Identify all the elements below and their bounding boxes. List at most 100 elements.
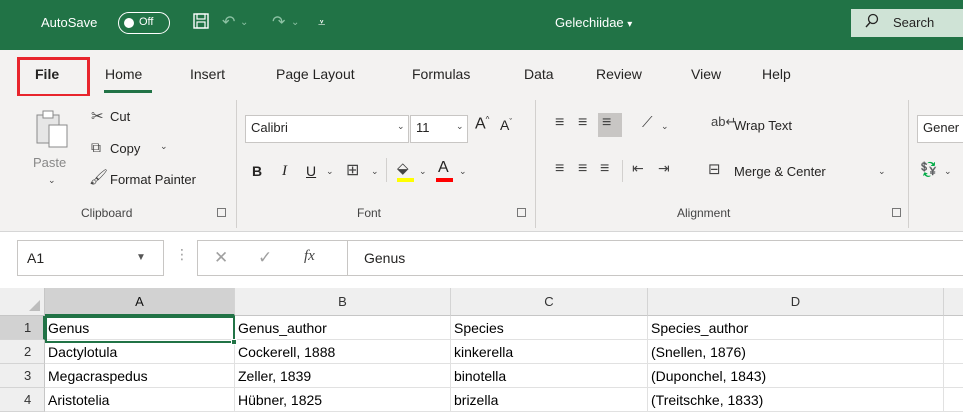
orientation-icon[interactable]: ⟋ [642,114,653,131]
row-header[interactable]: 2 [0,340,45,364]
font-size-dropdown-icon[interactable]: ⌄ [456,121,464,132]
save-icon[interactable] [192,12,210,35]
cell-d4[interactable]: (Treitschke, 1833) [648,388,944,412]
decrease-font-size-button[interactable]: Aˇ [500,117,512,133]
tab-review[interactable]: Review [596,66,642,82]
wrap-text-button[interactable]: Wrap Text [734,118,792,133]
column-header-e[interactable] [944,288,963,316]
cell-e1[interactable] [944,316,963,340]
row-header[interactable]: 3 [0,364,45,388]
align-right-icon[interactable]: ≡ [600,160,609,178]
underline-dropdown-icon[interactable]: ⌄ [326,166,334,177]
copy-dropdown-icon[interactable]: ⌄ [160,141,168,152]
cell-d1[interactable]: Species_author [648,316,944,340]
tab-help[interactable]: Help [762,66,791,82]
autosave-toggle[interactable]: Off [118,12,170,34]
cell-e3[interactable] [944,364,963,388]
align-top-icon[interactable]: ≡ [555,114,564,132]
paste-button[interactable]: Paste [33,155,66,170]
paste-dropdown-icon[interactable]: ⌄ [48,175,56,186]
merge-dropdown-icon[interactable]: ⌄ [878,166,886,177]
cell-b4[interactable]: Hübner, 1825 [235,388,451,412]
decrease-indent-icon[interactable]: ⇤ [632,160,644,177]
fill-color-icon[interactable]: ⬙ [397,159,409,177]
document-title[interactable]: Gelechiidae ▾ [555,15,632,30]
active-tab-indicator [104,90,152,93]
align-left-icon[interactable]: ≡ [555,160,564,178]
tab-home[interactable]: Home [105,66,142,82]
search-box[interactable]: Search [851,9,963,37]
column-header-b[interactable]: B [235,288,451,316]
align-bottom-button[interactable]: ≡ [598,113,622,137]
cell-c2[interactable]: kinkerella [451,340,648,364]
cell-b3[interactable]: Zeller, 1839 [235,364,451,388]
insert-function-button[interactable]: fx [304,248,315,265]
column-header-a[interactable]: A [45,288,235,316]
format-painter-button[interactable]: Format Painter [110,172,196,187]
tab-formulas[interactable]: Formulas [412,66,470,82]
font-launcher-icon[interactable] [517,208,526,217]
font-color-button[interactable]: A [438,159,449,177]
cell-c1[interactable]: Species [451,316,648,340]
cell-d3[interactable]: (Duponchel, 1843) [648,364,944,388]
customize-quick-access-icon[interactable]: ⩡ [318,15,325,31]
cell-e4[interactable] [944,388,963,412]
paste-icon[interactable] [33,109,73,151]
clipboard-launcher-icon[interactable] [217,208,226,217]
cell-a3[interactable]: Megacraspedus [45,364,235,388]
font-name-select[interactable]: Calibri [245,115,409,143]
cell-d2[interactable]: (Snellen, 1876) [648,340,944,364]
merge-center-button[interactable]: Merge & Center [734,164,826,179]
cell-b2[interactable]: Cockerell, 1888 [235,340,451,364]
fill-color-dropdown-icon[interactable]: ⌄ [419,166,427,177]
increase-indent-icon[interactable]: ⇥ [658,160,670,177]
row-header[interactable]: 1 [0,316,45,340]
undo-icon[interactable]: ↶ [222,12,235,32]
undo-dropdown-icon[interactable]: ⌄ [240,17,248,28]
cell-c4[interactable]: brizella [451,388,648,412]
accounting-format-icon[interactable]: 💱 [920,161,937,178]
font-color-dropdown-icon[interactable]: ⌄ [459,166,467,177]
align-middle-icon[interactable]: ≡ [578,114,587,132]
font-name-dropdown-icon[interactable]: ⌄ [397,121,405,132]
enter-icon[interactable]: ✓ [258,248,272,268]
cell-c3[interactable]: binotella [451,364,648,388]
copy-button[interactable]: Copy [110,141,140,156]
underline-button[interactable]: U [306,163,316,179]
select-all-button[interactable] [0,288,45,316]
cut-button[interactable]: Cut [110,109,130,124]
column-header-d[interactable]: D [648,288,944,316]
bold-button[interactable]: B [252,163,262,179]
alignment-launcher-icon[interactable] [892,208,901,217]
cell-e2[interactable] [944,340,963,364]
name-box[interactable]: A1 ▼ [17,240,164,276]
accounting-dropdown-icon[interactable]: ⌄ [944,166,952,177]
cancel-icon[interactable]: ✕ [214,248,228,268]
name-box-dropdown-icon[interactable]: ▼ [136,252,146,263]
tab-view[interactable]: View [691,66,721,82]
orientation-dropdown-icon[interactable]: ⌄ [661,121,669,132]
tab-insert[interactable]: Insert [190,66,225,82]
cell-a4[interactable]: Aristotelia [45,388,235,412]
align-center-icon[interactable]: ≡ [578,160,587,178]
redo-icon[interactable]: ↷ [272,12,285,32]
tab-data[interactable]: Data [524,66,554,82]
cell-a2[interactable]: Dactylotula [45,340,235,364]
redo-dropdown-icon[interactable]: ⌄ [291,17,299,28]
active-cell-outline [45,316,237,345]
fill-handle[interactable] [231,339,237,345]
cell-b1[interactable]: Genus_author [235,316,451,340]
search-label: Search [893,15,935,30]
number-format-select[interactable]: Gener [917,115,963,143]
increase-font-size-button[interactable]: A^ [475,115,489,133]
italic-button[interactable]: I [282,163,287,180]
title-bar: AutoSave Off ↶ ⌄ ↷ ⌄ ⩡ Gelechiidae ▾ Sea… [0,0,963,50]
tab-page-layout[interactable]: Page Layout [276,66,355,82]
row-header[interactable]: 4 [0,388,45,412]
column-header-c[interactable]: C [451,288,648,316]
merge-center-icon: ⊟ [708,161,721,178]
formula-input[interactable]: Genus [347,240,963,276]
borders-icon[interactable]: ⊞ [346,160,359,180]
borders-dropdown-icon[interactable]: ⌄ [371,166,379,177]
search-icon [864,13,880,33]
